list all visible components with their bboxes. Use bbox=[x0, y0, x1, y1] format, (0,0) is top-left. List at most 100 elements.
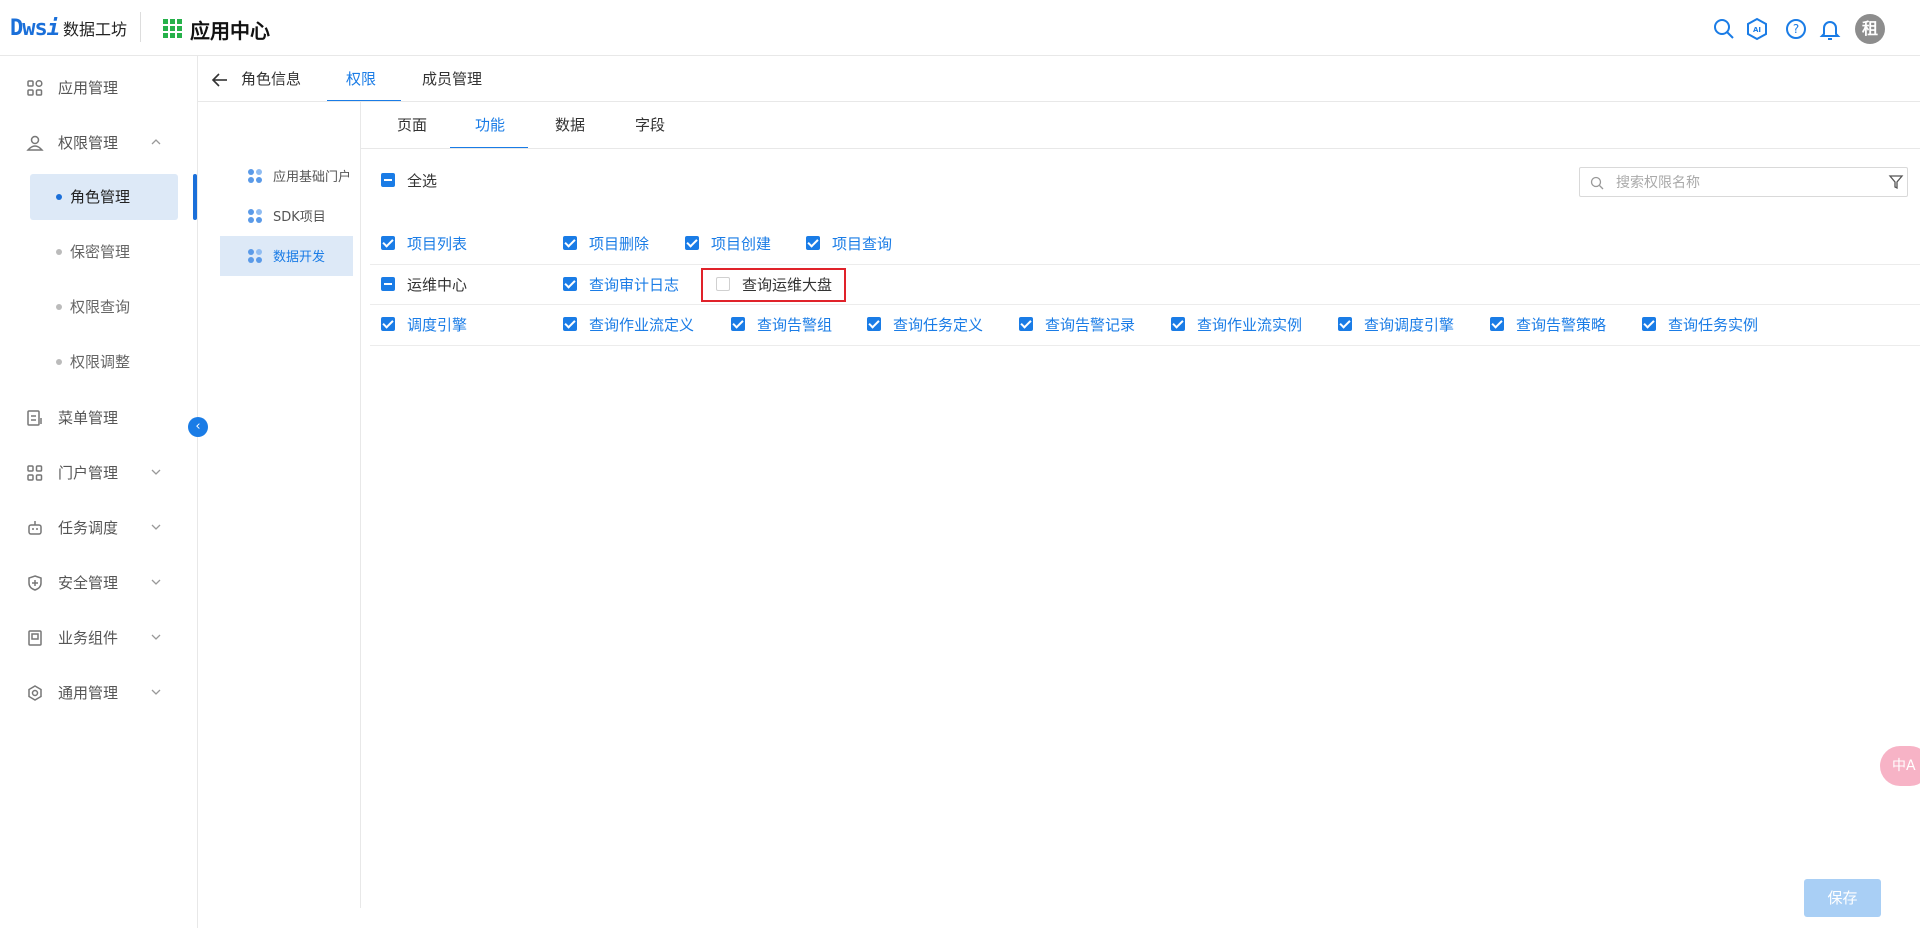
permission-checkbox[interactable] bbox=[731, 317, 745, 331]
sidebar: 应用管理 权限管理 角色管理 保密管理 权限查询 权限调整 菜单管理 门户管理 … bbox=[0, 56, 198, 928]
sidebar-item-business-components[interactable]: 业务组件 bbox=[0, 617, 198, 657]
svg-text:AI: AI bbox=[1753, 26, 1761, 34]
permission-label: 项目查询 bbox=[832, 235, 893, 253]
subtab-function[interactable]: 功能 bbox=[475, 114, 505, 135]
collapse-sidebar-button[interactable]: ‹ bbox=[188, 417, 208, 437]
permission-checkbox[interactable] bbox=[685, 236, 699, 250]
permission-checkbox[interactable] bbox=[1490, 317, 1504, 331]
tree-item-sdk-project[interactable]: SDK项目 bbox=[220, 196, 353, 236]
tab-member-management[interactable]: 成员管理 bbox=[422, 68, 482, 89]
sidebar-item-role-management[interactable]: 角色管理 bbox=[30, 174, 178, 220]
sidebar-item-permission-query[interactable]: 权限查询 bbox=[30, 284, 178, 330]
permission-label: 项目创建 bbox=[711, 235, 772, 253]
translate-button[interactable]: 中A bbox=[1880, 746, 1920, 786]
search-input[interactable] bbox=[1616, 173, 1866, 193]
permission-label: 查询任务定义 bbox=[893, 316, 984, 334]
permission-label: 查询任务实例 bbox=[1668, 316, 1759, 334]
robot-icon bbox=[28, 521, 42, 535]
sidebar-item-general-management[interactable]: 通用管理 bbox=[0, 672, 198, 712]
permission-checkbox[interactable] bbox=[1019, 317, 1033, 331]
search-icon[interactable] bbox=[1712, 17, 1736, 41]
subtab-page[interactable]: 页面 bbox=[397, 114, 427, 135]
component-icon bbox=[28, 630, 42, 646]
sidebar-item-task-scheduling[interactable]: 任务调度 bbox=[0, 507, 198, 547]
group-checkbox[interactable] bbox=[381, 277, 395, 291]
permission-label: 项目删除 bbox=[589, 235, 650, 253]
dwsi-logo[interactable]: Dwsi 数据工坊 bbox=[10, 14, 127, 42]
user-avatar[interactable]: 租 bbox=[1855, 14, 1885, 44]
permission-label: 查询调度引擎 bbox=[1364, 316, 1455, 334]
tree-item-app-portal[interactable]: 应用基础门户 bbox=[220, 156, 353, 196]
row-divider bbox=[370, 264, 1920, 265]
group-label: 运维中心 bbox=[407, 276, 468, 294]
cluster-icon bbox=[248, 209, 262, 223]
gear-icon bbox=[28, 685, 42, 701]
header-divider bbox=[140, 12, 141, 42]
app-grid-icon[interactable] bbox=[163, 19, 182, 38]
divider bbox=[361, 148, 1920, 149]
back-arrow-icon[interactable] bbox=[210, 70, 230, 90]
cluster-icon bbox=[248, 169, 262, 183]
row-divider bbox=[370, 304, 1920, 305]
permission-checkbox[interactable] bbox=[806, 236, 820, 250]
chevron-down-icon bbox=[151, 524, 161, 530]
chevron-down-icon bbox=[151, 579, 161, 585]
permission-label: 查询告警策略 bbox=[1516, 316, 1607, 334]
group-checkbox[interactable] bbox=[381, 236, 395, 250]
select-all-checkbox[interactable] bbox=[381, 173, 395, 187]
permission-checkbox[interactable] bbox=[1338, 317, 1352, 331]
permission-label: 查询告警组 bbox=[757, 316, 833, 334]
chevron-down-icon bbox=[151, 469, 161, 475]
sidebar-item-security-management[interactable]: 安全管理 bbox=[0, 562, 198, 602]
group-label: 调度引擎 bbox=[407, 316, 468, 334]
permission-label: 查询作业流实例 bbox=[1197, 316, 1303, 334]
tab-role-info[interactable]: 角色信息 bbox=[241, 68, 301, 89]
sidebar-item-menu-management[interactable]: 菜单管理 bbox=[0, 397, 198, 437]
cluster-icon bbox=[248, 249, 262, 263]
bell-icon[interactable] bbox=[1818, 17, 1842, 41]
permission-checkbox[interactable] bbox=[1171, 317, 1185, 331]
top-header: Dwsi 数据工坊 应用中心 AI ? 租 bbox=[0, 0, 1920, 56]
app-title: 应用中心 bbox=[190, 19, 270, 43]
save-button[interactable]: 保存 bbox=[1804, 879, 1881, 917]
permission-checkbox[interactable] bbox=[716, 277, 730, 291]
permission-label: 查询审计日志 bbox=[589, 276, 680, 294]
chevron-down-icon bbox=[151, 689, 161, 695]
permission-checkbox[interactable] bbox=[867, 317, 881, 331]
svg-text:?: ? bbox=[1793, 22, 1799, 36]
sidebar-item-app-management[interactable]: 应用管理 bbox=[0, 67, 198, 107]
divider bbox=[198, 101, 1920, 102]
sidebar-item-portal-management[interactable]: 门户管理 bbox=[0, 452, 198, 492]
sidebar-item-permission-management[interactable]: 权限管理 bbox=[0, 122, 198, 162]
sidebar-item-permission-adjust[interactable]: 权限调整 bbox=[30, 339, 178, 385]
divider bbox=[360, 102, 361, 908]
sidebar-item-secrecy-management[interactable]: 保密管理 bbox=[30, 229, 178, 275]
permission-label: 查询作业流定义 bbox=[589, 316, 695, 334]
filter-icon[interactable] bbox=[1888, 174, 1904, 190]
row-divider bbox=[370, 345, 1920, 346]
document-icon bbox=[27, 410, 42, 426]
permission-checkbox[interactable] bbox=[563, 317, 577, 331]
chevron-up-icon bbox=[151, 139, 161, 145]
apps-icon bbox=[27, 79, 43, 96]
tab-permissions[interactable]: 权限 bbox=[346, 68, 376, 89]
grid-icon bbox=[27, 465, 43, 481]
permission-label: 查询告警记录 bbox=[1045, 316, 1136, 334]
subtab-field[interactable]: 字段 bbox=[635, 114, 665, 135]
chevron-down-icon bbox=[151, 634, 161, 640]
select-all-label: 全选 bbox=[407, 172, 438, 190]
tree-item-data-development[interactable]: 数据开发 bbox=[220, 236, 353, 276]
permission-checkbox[interactable] bbox=[1642, 317, 1656, 331]
ai-icon[interactable]: AI bbox=[1745, 17, 1769, 41]
help-icon[interactable]: ? bbox=[1784, 17, 1808, 41]
user-icon bbox=[26, 135, 44, 151]
permission-label: 查询运维大盘 bbox=[742, 276, 833, 294]
group-checkbox[interactable] bbox=[381, 317, 395, 331]
permission-checkbox[interactable] bbox=[563, 277, 577, 291]
shield-icon bbox=[28, 575, 42, 591]
permission-checkbox[interactable] bbox=[563, 236, 577, 250]
active-indicator bbox=[193, 174, 197, 220]
search-icon bbox=[1590, 176, 1604, 190]
subtab-data[interactable]: 数据 bbox=[555, 114, 585, 135]
permission-search[interactable] bbox=[1579, 167, 1908, 197]
